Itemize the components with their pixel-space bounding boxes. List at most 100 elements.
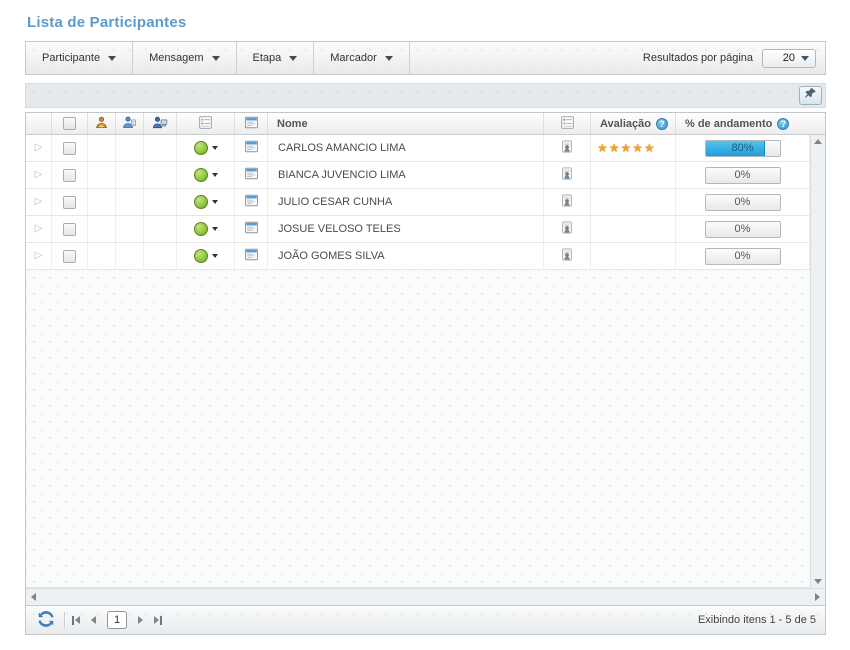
andamento-column-header[interactable]: % de andamento ?: [676, 113, 810, 134]
expand-arrow-icon: ▷: [35, 143, 43, 153]
table-row[interactable]: ▷ BIANCA JUVENCIO LIMA: [26, 162, 810, 189]
status-cell: [177, 243, 235, 269]
page-title: Lista de Participantes: [27, 14, 826, 31]
tutor-column-header[interactable]: [116, 113, 144, 134]
avaliacao-column-header[interactable]: Avaliação ?: [591, 113, 676, 134]
online-status-cell: [144, 216, 177, 242]
person-document-icon[interactable]: [560, 139, 574, 157]
chevron-down-icon[interactable]: [212, 227, 218, 231]
chevron-down-icon[interactable]: [212, 173, 218, 177]
horizontal-scrollbar[interactable]: [26, 588, 825, 605]
row-checkbox[interactable]: [63, 223, 76, 236]
rating-cell: [591, 162, 676, 188]
rating-cell: [591, 216, 676, 242]
row-checkbox[interactable]: [63, 142, 76, 155]
progress-bar: 80%: [705, 140, 781, 157]
row-expand-cell[interactable]: ▷: [26, 189, 52, 215]
window-icon[interactable]: [244, 247, 259, 265]
window-icon[interactable]: [244, 139, 259, 157]
grid-body: ▷ CARLOS AMANCIO LIMA ★★★★★: [26, 135, 825, 588]
person-document-icon[interactable]: [560, 193, 574, 211]
online-status-cell: [144, 162, 177, 188]
next-page-button[interactable]: [138, 610, 143, 630]
row-expand-cell[interactable]: ▷: [26, 162, 52, 188]
progress-cell: 0%: [676, 216, 810, 242]
person-document-icon[interactable]: [560, 247, 574, 265]
status-column-header[interactable]: [177, 113, 235, 134]
status-indicator[interactable]: [194, 249, 208, 263]
row-expand-cell[interactable]: ▷: [26, 216, 52, 242]
row-checkbox[interactable]: [63, 196, 76, 209]
window-icon[interactable]: [244, 166, 259, 184]
tutor-cell: [116, 135, 144, 161]
progress-label: 0%: [706, 223, 780, 235]
participant-type-column-header[interactable]: [88, 113, 116, 134]
marcador-menu-button[interactable]: Marcador: [314, 42, 409, 74]
table-row[interactable]: ▷ JOÃO GOMES SILVA 0%: [26, 243, 810, 270]
record-column-header[interactable]: [544, 113, 591, 134]
status-indicator[interactable]: [194, 222, 208, 236]
scroll-left-arrow-icon[interactable]: [31, 593, 36, 601]
participant-person-icon: [94, 115, 109, 133]
expand-arrow-icon: ▷: [35, 224, 43, 234]
row-checkbox[interactable]: [63, 169, 76, 182]
chevron-down-icon[interactable]: [212, 146, 218, 150]
chevron-down-icon[interactable]: [212, 200, 218, 204]
progress-cell: 0%: [676, 162, 810, 188]
marcador-menu-label: Marcador: [330, 52, 376, 64]
online-status-cell: [144, 135, 177, 161]
results-per-page-select[interactable]: 20: [762, 49, 816, 68]
table-body: ▷ CARLOS AMANCIO LIMA ★★★★★: [26, 135, 810, 270]
person-document-icon[interactable]: [560, 166, 574, 184]
online-status-column-header[interactable]: [144, 113, 177, 134]
rating-stars[interactable]: ★★★★★: [597, 141, 656, 155]
mensagem-menu-button[interactable]: Mensagem: [133, 42, 236, 74]
first-page-button[interactable]: [72, 616, 80, 625]
chevron-down-icon[interactable]: [212, 254, 218, 258]
row-checkbox-cell: [52, 135, 88, 161]
progress-bar: 0%: [705, 221, 781, 238]
help-icon[interactable]: ?: [777, 118, 789, 130]
status-indicator[interactable]: [194, 195, 208, 209]
pin-button[interactable]: [799, 86, 822, 105]
profile-column-header[interactable]: [235, 113, 268, 134]
window-icon[interactable]: [244, 220, 259, 238]
participante-menu-button[interactable]: Participante: [26, 42, 133, 74]
results-per-page-value: 20: [783, 52, 795, 64]
previous-page-button[interactable]: [91, 610, 96, 630]
participants-panel: Lista de Participantes Participante Mens…: [25, 14, 826, 635]
progress-bar: 0%: [705, 194, 781, 211]
record-cell: [544, 135, 591, 161]
person-computer-icon: [152, 115, 168, 133]
status-indicator[interactable]: [194, 168, 208, 182]
row-checkbox-cell: [52, 189, 88, 215]
scroll-down-arrow-icon[interactable]: [814, 579, 822, 584]
person-document-icon[interactable]: [560, 220, 574, 238]
help-icon[interactable]: ?: [656, 118, 668, 130]
current-page-indicator[interactable]: 1: [107, 611, 127, 629]
participant-type-cell: [88, 243, 116, 269]
select-all-checkbox[interactable]: [63, 117, 76, 130]
scroll-up-arrow-icon[interactable]: [814, 139, 822, 144]
refresh-button[interactable]: [35, 610, 57, 630]
etapa-menu-button[interactable]: Etapa: [237, 42, 315, 74]
row-checkbox[interactable]: [63, 250, 76, 263]
vertical-scrollbar[interactable]: [810, 135, 825, 588]
participant-type-cell: [88, 162, 116, 188]
last-page-button[interactable]: [154, 616, 162, 625]
tutor-cell: [116, 162, 144, 188]
nome-header-label: Nome: [277, 118, 308, 130]
table-row[interactable]: ▷ JOSUE VELOSO TELES 0%: [26, 216, 810, 243]
status-cell: [177, 135, 235, 161]
nome-column-header[interactable]: Nome: [268, 113, 544, 134]
scroll-right-arrow-icon[interactable]: [815, 593, 820, 601]
profile-cell: [235, 216, 268, 242]
table-row[interactable]: ▷ CARLOS AMANCIO LIMA ★★★★★: [26, 135, 810, 162]
row-expand-cell[interactable]: ▷: [26, 243, 52, 269]
filter-bar: [25, 83, 826, 108]
table-row[interactable]: ▷ JULIO CESAR CUNHA 0%: [26, 189, 810, 216]
row-expand-cell[interactable]: ▷: [26, 135, 52, 161]
status-indicator[interactable]: [194, 141, 208, 155]
window-icon[interactable]: [244, 193, 259, 211]
grid-header-row: Nome Avaliação ? % de andamento ?: [26, 113, 825, 135]
